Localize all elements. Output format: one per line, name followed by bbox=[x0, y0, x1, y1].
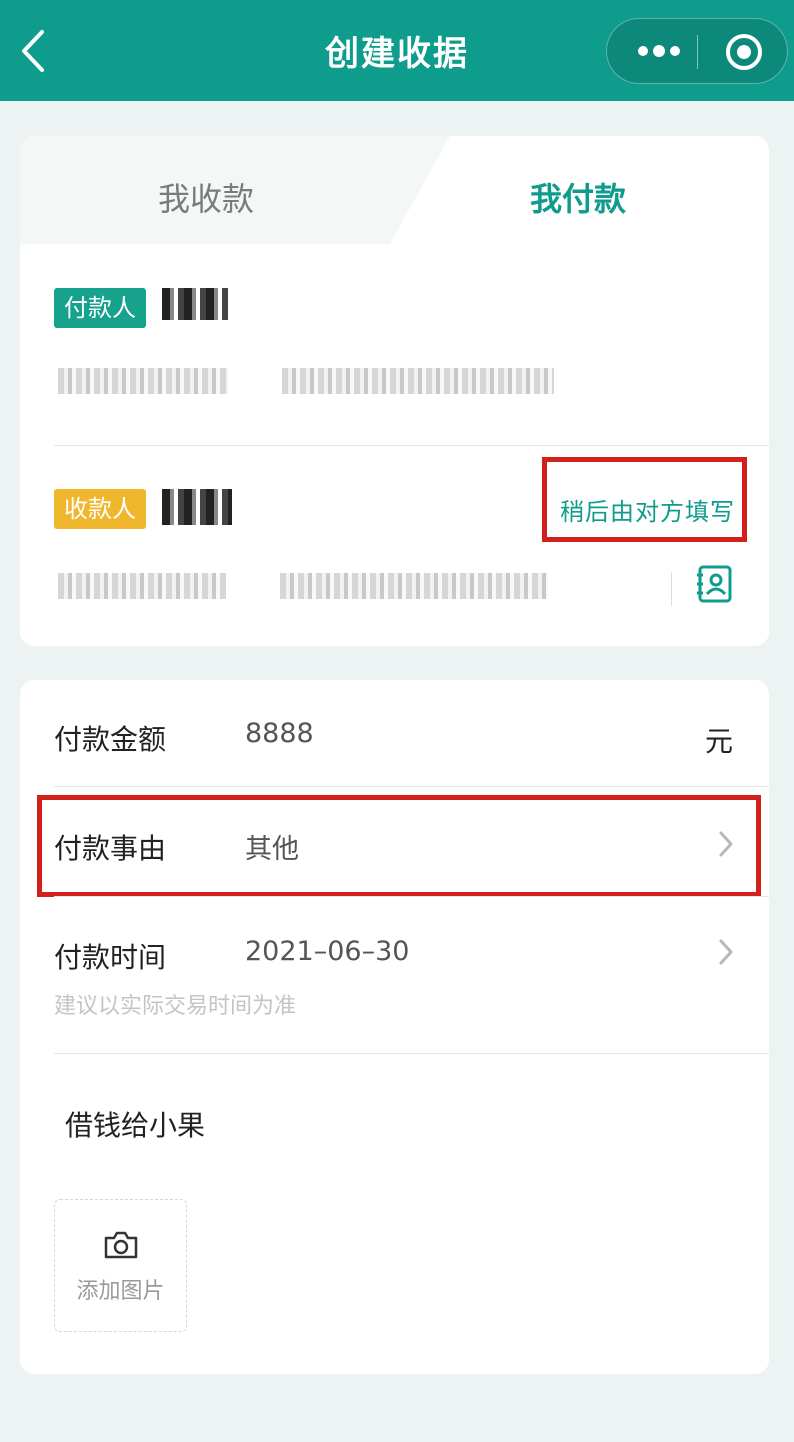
capsule-divider bbox=[697, 35, 698, 69]
payee-name-redacted bbox=[162, 489, 232, 525]
add-image-label: 添加图片 bbox=[76, 1279, 165, 1304]
camera-icon bbox=[104, 1231, 138, 1259]
payer-account-redacted bbox=[282, 368, 554, 394]
amount-label: 付款金额 bbox=[54, 723, 167, 756]
highlight-box-reason bbox=[37, 795, 761, 897]
payee-info-redacted bbox=[58, 573, 226, 599]
form-divider bbox=[54, 786, 769, 787]
payer-info-redacted bbox=[58, 368, 228, 394]
party-divider bbox=[54, 445, 769, 446]
mini-program-capsule bbox=[606, 18, 788, 84]
remark-textarea[interactable]: 借钱给小果 bbox=[65, 1104, 205, 1144]
time-label: 付款时间 bbox=[54, 941, 167, 974]
time-picker[interactable]: 2021–06–30 bbox=[245, 936, 409, 967]
payment-form-card: 付款金额 8888 元 付款事由 其他 付款时间 2021–06–30 建议以实… bbox=[20, 680, 769, 1374]
highlight-box-fill-later bbox=[542, 457, 747, 542]
parties-card: 我收款 我付款 付款人 收款人 稍后由对方填写 bbox=[20, 136, 769, 646]
tab-receive[interactable]: 我收款 bbox=[158, 174, 254, 220]
contacts-book-icon[interactable] bbox=[694, 564, 734, 604]
more-dots-icon[interactable] bbox=[635, 41, 683, 61]
navigation-bar: 创建收据 bbox=[0, 0, 794, 101]
payee-badge: 收款人 bbox=[54, 489, 146, 529]
tab-pay[interactable]: 我付款 bbox=[530, 174, 626, 220]
payer-badge: 付款人 bbox=[54, 288, 146, 328]
contact-divider bbox=[671, 572, 672, 606]
target-circle-icon[interactable] bbox=[725, 33, 763, 71]
time-hint: 建议以实际交易时间为准 bbox=[54, 994, 297, 1019]
payee-account-redacted bbox=[280, 573, 548, 599]
amount-input[interactable]: 8888 bbox=[245, 718, 314, 749]
form-divider bbox=[54, 1053, 769, 1054]
form-divider bbox=[54, 896, 769, 897]
amount-unit: 元 bbox=[705, 725, 734, 758]
add-image-button[interactable]: 添加图片 bbox=[54, 1199, 187, 1332]
chevron-right-icon[interactable] bbox=[716, 937, 736, 967]
payer-name-redacted bbox=[162, 288, 228, 320]
